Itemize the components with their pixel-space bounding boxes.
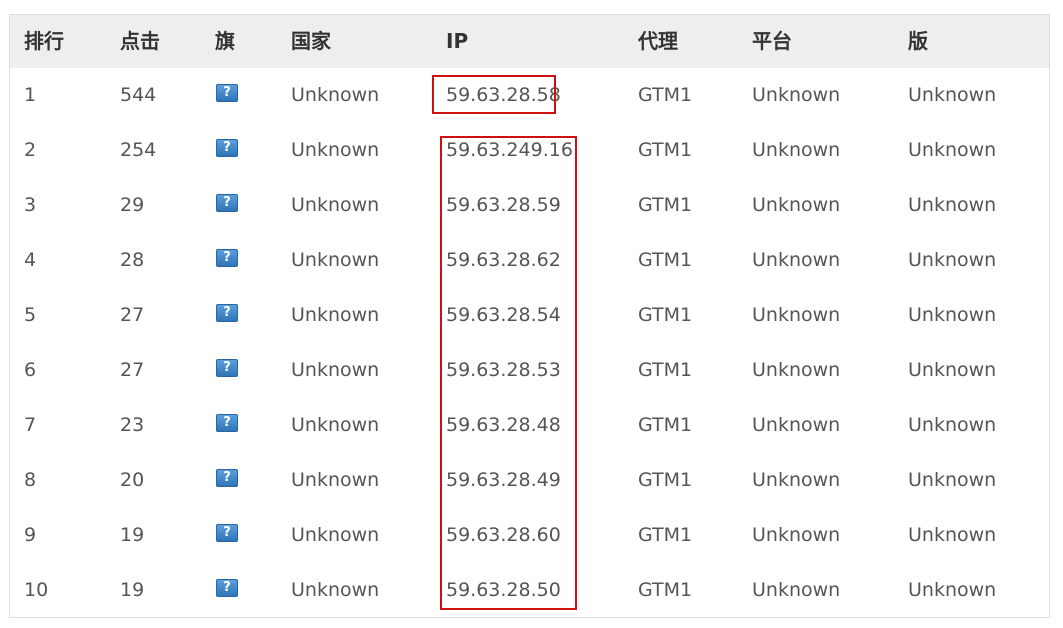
unknown-flag-icon: ? xyxy=(216,84,238,102)
cell-country: Unknown xyxy=(291,84,380,106)
unknown-flag-icon: ? xyxy=(216,469,238,487)
cell-platform: Unknown xyxy=(752,524,841,546)
cell-version: Unknown xyxy=(908,414,997,436)
header-platform: 平台 xyxy=(752,29,792,53)
unknown-flag-icon: ? xyxy=(216,579,238,597)
cell-proxy: GTM1 xyxy=(638,139,693,161)
cell-version: Unknown xyxy=(908,304,997,326)
cell-rank: 3 xyxy=(24,194,37,216)
header-clicks: 点击 xyxy=(120,29,160,53)
cell-rank: 8 xyxy=(24,469,37,491)
cell-country: Unknown xyxy=(291,469,380,491)
cell-platform: Unknown xyxy=(752,139,841,161)
cell-country: Unknown xyxy=(291,194,380,216)
cell-clicks: 254 xyxy=(120,139,157,161)
header-ip: IP xyxy=(446,29,469,53)
cell-platform: Unknown xyxy=(752,469,841,491)
cell-platform: Unknown xyxy=(752,304,841,326)
cell-country: Unknown xyxy=(291,579,380,601)
cell-rank: 9 xyxy=(24,524,37,546)
cell-proxy: GTM1 xyxy=(638,414,693,436)
cell-clicks: 20 xyxy=(120,469,145,491)
cell-platform: Unknown xyxy=(752,414,841,436)
cell-proxy: GTM1 xyxy=(638,469,693,491)
cell-version: Unknown xyxy=(908,249,997,271)
header-country: 国家 xyxy=(291,29,331,53)
cell-proxy: GTM1 xyxy=(638,359,693,381)
unknown-flag-icon: ? xyxy=(216,139,238,157)
cell-version: Unknown xyxy=(908,359,997,381)
cell-version: Unknown xyxy=(908,579,997,601)
header-rank: 排行 xyxy=(24,29,64,53)
header-version: 版 xyxy=(908,29,928,53)
cell-platform: Unknown xyxy=(752,84,841,106)
cell-country: Unknown xyxy=(291,414,380,436)
cell-proxy: GTM1 xyxy=(638,249,693,271)
cell-version: Unknown xyxy=(908,84,997,106)
cell-rank: 4 xyxy=(24,249,37,271)
cell-rank: 7 xyxy=(24,414,37,436)
cell-country: Unknown xyxy=(291,249,380,271)
cell-rank: 10 xyxy=(24,579,49,601)
cell-proxy: GTM1 xyxy=(638,579,693,601)
unknown-flag-icon: ? xyxy=(216,414,238,432)
unknown-flag-icon: ? xyxy=(216,194,238,212)
cell-platform: Unknown xyxy=(752,249,841,271)
cell-clicks: 23 xyxy=(120,414,145,436)
unknown-flag-icon: ? xyxy=(216,524,238,542)
cell-clicks: 19 xyxy=(120,579,145,601)
cell-rank: 1 xyxy=(24,84,37,106)
unknown-flag-icon: ? xyxy=(216,249,238,267)
ip-stats-table: 排行 点击 旗 国家 IP 代理 平台 版 1 544? Unknown 59.63.… xyxy=(9,14,1050,618)
cell-clicks: 19 xyxy=(120,524,145,546)
cell-clicks: 27 xyxy=(120,359,145,381)
header-flag: 旗 xyxy=(215,29,235,53)
cell-clicks: 29 xyxy=(120,194,145,216)
cell-clicks: 28 xyxy=(120,249,145,271)
cell-country: Unknown xyxy=(291,524,380,546)
unknown-flag-icon: ? xyxy=(216,359,238,377)
cell-platform: Unknown xyxy=(752,359,841,381)
cell-rank: 5 xyxy=(24,304,37,326)
cell-version: Unknown xyxy=(908,194,997,216)
cell-clicks: 544 xyxy=(120,84,157,106)
cell-version: Unknown xyxy=(908,469,997,491)
cell-version: Unknown xyxy=(908,524,997,546)
cell-country: Unknown xyxy=(291,139,380,161)
cell-platform: Unknown xyxy=(752,194,841,216)
table-header-row: 排行 点击 旗 国家 IP 代理 平台 版 xyxy=(10,15,1049,68)
cell-version: Unknown xyxy=(908,139,997,161)
cell-platform: Unknown xyxy=(752,579,841,601)
cell-country: Unknown xyxy=(291,359,380,381)
header-proxy: 代理 xyxy=(638,29,678,53)
cell-rank: 2 xyxy=(24,139,37,161)
cell-country: Unknown xyxy=(291,304,380,326)
highlight-box-ip-column xyxy=(440,136,577,610)
highlight-box-top-ip xyxy=(432,75,556,114)
cell-proxy: GTM1 xyxy=(638,304,693,326)
unknown-flag-icon: ? xyxy=(216,304,238,322)
cell-proxy: GTM1 xyxy=(638,194,693,216)
cell-clicks: 27 xyxy=(120,304,145,326)
cell-proxy: GTM1 xyxy=(638,84,693,106)
cell-proxy: GTM1 xyxy=(638,524,693,546)
cell-rank: 6 xyxy=(24,359,37,381)
